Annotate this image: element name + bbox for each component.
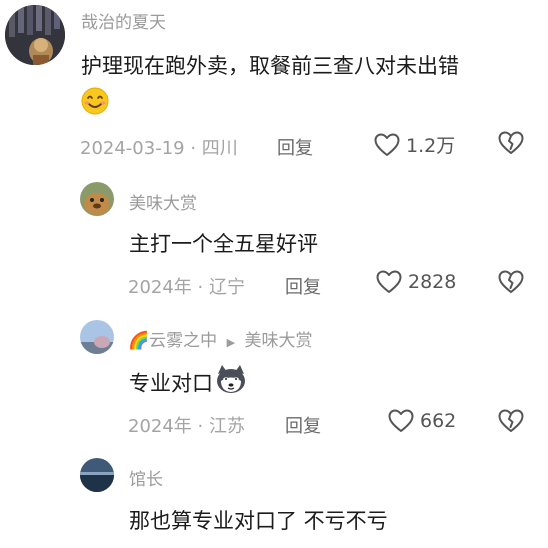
username[interactable]: 馆长 [129,465,163,490]
broken-heart-icon [498,270,524,293]
smiling-face-emoji [80,86,110,120]
comment-date: 2024年 [128,416,192,437]
like-count: 1.2万 [406,135,456,157]
comment-meta: 2024-03-19 · 四川 [80,138,238,159]
like-count: 2828 [408,271,457,293]
comment-meta: 2024年 · 辽宁 [128,277,245,298]
like-count: 662 [420,410,457,432]
avatar[interactable] [5,5,65,65]
dislike-button[interactable] [498,270,524,298]
comment-location: 江苏 [208,416,245,437]
comment-text: 护理现在跑外卖，取餐前三查八对未出错 [81,50,459,80]
username[interactable]: 美味大赏 [129,189,197,214]
comment-date: 2024年 [128,277,192,298]
comment-text: 专业对口 [129,364,247,402]
heart-icon [374,133,400,156]
comment-location: 辽宁 [208,277,245,298]
comment-location: 四川 [201,138,238,159]
like-button[interactable]: 662 [388,409,456,433]
comment-text: 那也算专业对口了 不亏不亏 [129,509,388,533]
avatar[interactable] [80,182,114,216]
username[interactable]: 🌈云雾之中 [128,331,217,351]
heart-icon [376,270,402,293]
comment-text-body: 护理现在跑外卖，取餐前三查八对未出错 [81,54,459,78]
reply-target-username[interactable]: 美味大赏 [244,331,312,351]
comment-text: 主打一个全五星好评 [129,232,318,256]
username[interactable]: 哉治的夏天 [81,8,166,33]
avatar[interactable] [80,458,114,492]
broken-heart-icon [498,409,524,432]
reply-item: 美味大赏 主打一个全五星好评 2024年 · 辽宁 回复 2828 [0,175,548,315]
broken-heart-icon [498,131,524,154]
comment-item: 哉治的夏天 护理现在跑外卖，取餐前三查八对未出错 2024-03-19 · 四川… [0,0,548,175]
reply-arrow-icon: ▶ [226,336,236,349]
heart-icon [388,409,414,432]
reply-button[interactable]: 回复 [277,134,313,160]
comment-text-body: 专业对口 [129,371,213,396]
reply-item: 馆长 那也算专业对口了 不亏不亏 [0,455,548,548]
reply-item: 🌈云雾之中 ▶ 美味大赏 专业对口 2024年 · 江苏 回复 662 [0,315,548,455]
like-button[interactable]: 1.2万 [374,131,455,158]
comment-date: 2024-03-19 [80,138,185,159]
husky-dog-emoji [215,364,247,399]
dislike-button[interactable] [498,409,524,437]
dislike-button[interactable] [498,131,524,159]
username-with-reply-target: 🌈云雾之中 ▶ 美味大赏 [128,326,312,351]
like-button[interactable]: 2828 [376,270,456,294]
reply-button[interactable]: 回复 [285,412,321,438]
avatar[interactable] [80,320,114,354]
reply-button[interactable]: 回复 [285,273,321,299]
comment-meta: 2024年 · 江苏 [128,416,245,437]
